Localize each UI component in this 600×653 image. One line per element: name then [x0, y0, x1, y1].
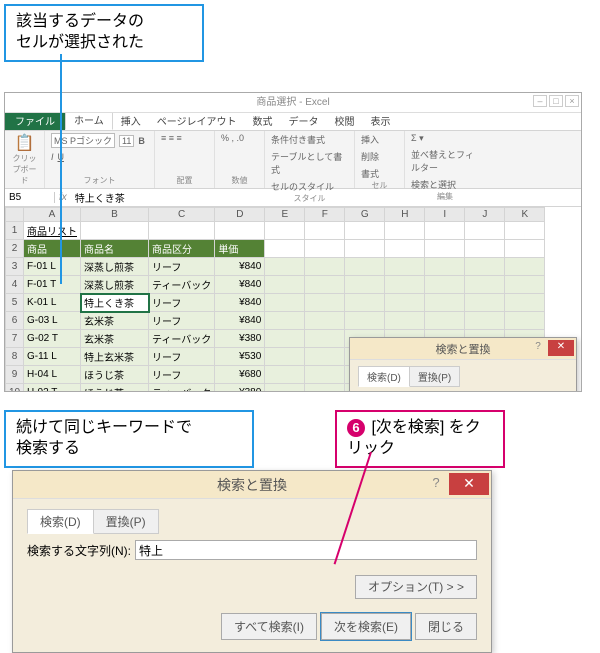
tab-replace[interactable]: 置換(P) [410, 366, 460, 387]
ribbon-group-alignment: 配置 [161, 175, 208, 186]
row-header[interactable]: 4 [6, 276, 24, 294]
delete-cells-button[interactable]: 削除 [361, 150, 379, 163]
tab-review[interactable]: 校閲 [327, 111, 363, 130]
col-header[interactable]: A [24, 208, 81, 222]
tab-file[interactable]: ファイル [5, 111, 65, 130]
ribbon-group-font: フォント [51, 175, 148, 186]
alignment-buttons[interactable]: ≡ ≡ ≡ [161, 133, 208, 143]
find-replace-dialog-small: 検索と置換 ? ✕ 検索(D) 置換(P) 検索する文字列(N): オプション(… [349, 337, 577, 392]
help-button[interactable]: ? [425, 473, 447, 495]
find-label: 検索する文字列(N): [27, 542, 131, 559]
row-header[interactable]: 1 [6, 222, 24, 240]
ribbon-group-clipboard: クリップボード [11, 153, 38, 186]
insert-cells-button[interactable]: 挿入 [361, 133, 379, 146]
find-all-button[interactable]: すべて検索(I) [221, 613, 317, 640]
col-header[interactable]: K [505, 208, 545, 222]
tab-view[interactable]: 表示 [363, 111, 399, 130]
close-icon[interactable]: ✕ [449, 473, 489, 495]
format-as-table-button[interactable]: テーブルとして書式 [271, 150, 348, 176]
format-cells-button[interactable]: 書式 [361, 167, 379, 180]
dialog-title-bar[interactable]: 検索と置換 ? ✕ [13, 471, 491, 499]
col-header[interactable]: I [425, 208, 465, 222]
tab-find[interactable]: 検索(D) [27, 509, 94, 534]
minimize-button[interactable]: – [533, 95, 547, 107]
row-header[interactable]: 2 [6, 240, 24, 258]
row-header[interactable]: 8 [6, 348, 24, 366]
leader-line-blue [60, 54, 62, 284]
row-header[interactable]: 7 [6, 330, 24, 348]
tab-formulas[interactable]: 数式 [245, 111, 281, 130]
row-header[interactable]: 10 [6, 384, 24, 393]
find-input[interactable] [135, 540, 477, 560]
row-header[interactable]: 6 [6, 312, 24, 330]
tab-insert[interactable]: 挿入 [113, 111, 149, 130]
close-icon[interactable]: ✕ [548, 340, 574, 356]
cell-styles-button[interactable]: セルのスタイル [271, 180, 334, 193]
find-select-button[interactable]: 検索と選択 [411, 178, 456, 191]
tab-page-layout[interactable]: ページレイアウト [149, 111, 245, 130]
ribbon-group-styles: スタイル [271, 193, 348, 204]
sort-filter-button[interactable]: 並べ替えとフィルター [411, 148, 479, 174]
step-badge: 6 [347, 419, 365, 437]
ribbon-group-number: 数値 [221, 175, 258, 186]
close-button[interactable]: 閉じる [415, 613, 477, 640]
italic-button[interactable]: I [51, 152, 54, 162]
ribbon-group-cells: セル [361, 180, 398, 191]
excel-window: 商品選択 - Excel – □ × ファイル ホーム 挿入 ページレイアウト … [4, 92, 582, 392]
col-header[interactable]: E [265, 208, 305, 222]
tab-data[interactable]: データ [281, 111, 327, 130]
cond-format-button[interactable]: 条件付き書式 [271, 133, 325, 146]
number-format[interactable]: % , .0 [221, 133, 258, 143]
options-button[interactable]: オプション(T) > > [355, 575, 477, 599]
help-button[interactable]: ? [530, 340, 546, 356]
bold-button[interactable]: B [138, 136, 145, 146]
name-box[interactable]: B5 [5, 192, 55, 203]
col-header[interactable]: H [385, 208, 425, 222]
find-next-button[interactable]: 次を検索(E) [321, 613, 411, 640]
find-replace-dialog-large: 検索と置換 ? ✕ 検索(D) 置換(P) 検索する文字列(N): オプション(… [12, 470, 492, 653]
ribbon: 📋 クリップボード MS Pゴシック 11 B I U フォント ≡ ≡ ≡ 配… [5, 131, 581, 189]
font-size-select[interactable]: 11 [119, 135, 134, 147]
row-header[interactable]: 9 [6, 366, 24, 384]
selected-cell[interactable]: 特上くき茶 [81, 294, 149, 312]
tab-replace[interactable]: 置換(P) [94, 509, 159, 534]
window-title-bar: 商品選択 - Excel – □ × [5, 93, 581, 113]
paste-icon[interactable]: 📋 [11, 133, 38, 153]
formula-content[interactable]: 特上くき茶 [71, 190, 129, 205]
ribbon-group-editing: 編集 [411, 191, 479, 202]
window-controls: – □ × [533, 95, 579, 107]
row-header[interactable]: 5 [6, 294, 24, 312]
callout-continue-search: 続けて同じキーワードで検索する [4, 410, 254, 468]
row-header[interactable]: 3 [6, 258, 24, 276]
col-header[interactable]: G [345, 208, 385, 222]
col-header[interactable]: F [305, 208, 345, 222]
col-header[interactable]: B [81, 208, 149, 222]
close-button[interactable]: × [565, 95, 579, 107]
select-all-corner[interactable] [6, 208, 24, 222]
tab-find[interactable]: 検索(D) [358, 366, 410, 387]
col-header[interactable]: J [465, 208, 505, 222]
col-header[interactable]: D [215, 208, 265, 222]
fx-icon[interactable]: fx [55, 192, 71, 203]
col-header[interactable]: C [149, 208, 215, 222]
ribbon-tabs: ファイル ホーム 挿入 ページレイアウト 数式 データ 校閲 表示 [5, 113, 581, 131]
app-title: 商品選択 - Excel [256, 97, 329, 108]
callout-step-6: 6 [次を検索] をクリック [335, 410, 505, 468]
callout-selected-cell: 該当するデータのセルが選択された [4, 4, 204, 62]
maximize-button[interactable]: □ [549, 95, 563, 107]
cell[interactable]: 商品リスト [24, 222, 81, 240]
dialog-title-bar[interactable]: 検索と置換 ? ✕ [350, 338, 576, 360]
